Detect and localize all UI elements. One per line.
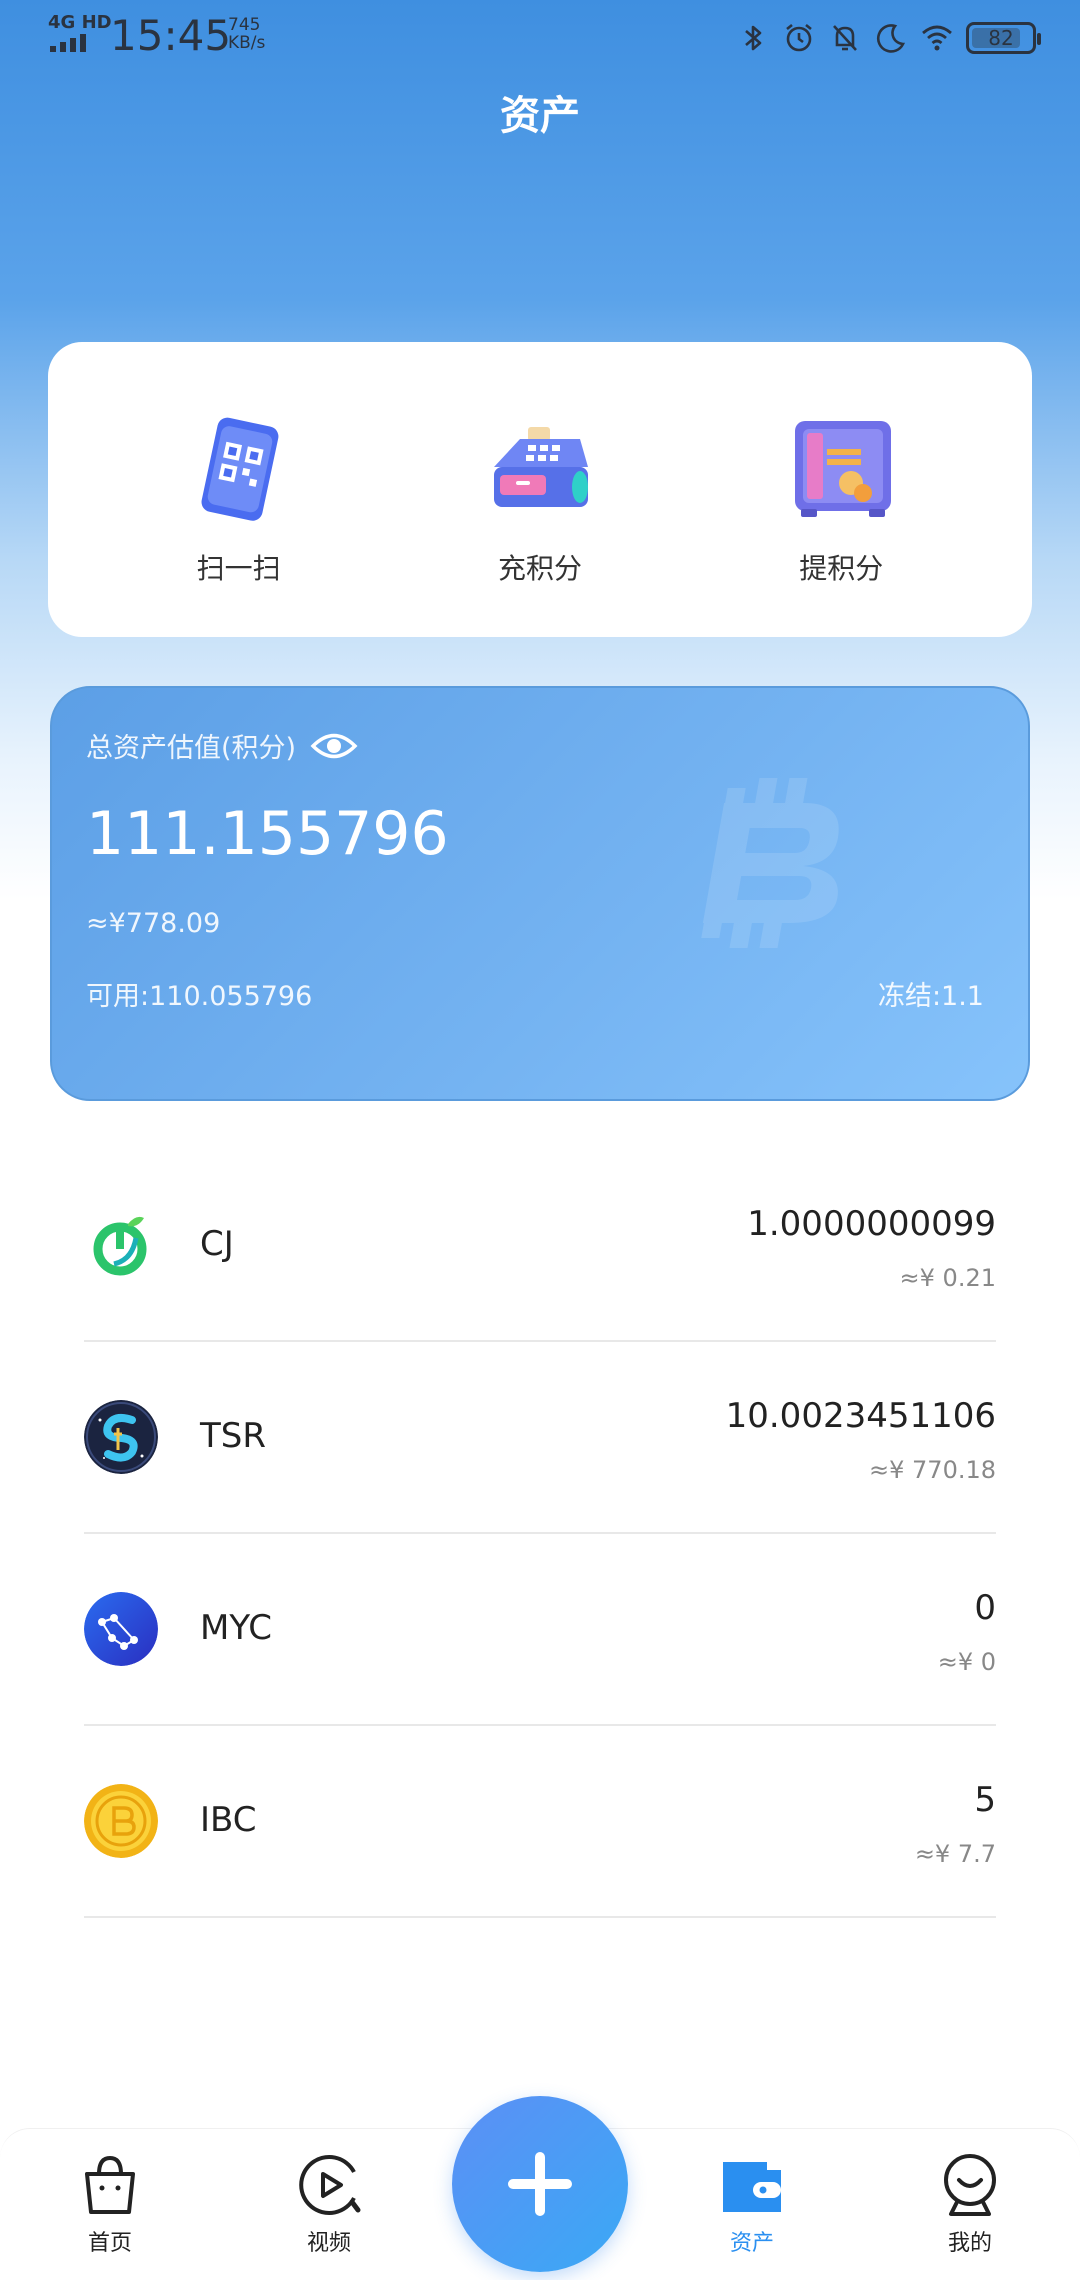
recharge-points-button[interactable]: 充积分	[420, 375, 660, 605]
status-icons: 82	[736, 18, 1041, 58]
safe-icon	[795, 420, 892, 517]
cj-coin-icon	[84, 1208, 158, 1282]
status-bar: 4G HD 15:45 745 KB/s 82	[0, 0, 1080, 72]
speed-unit: KB/s	[228, 33, 266, 53]
network-speed: 745 KB/s	[228, 16, 265, 52]
asset-symbol: CJ	[200, 1224, 234, 1264]
nav-item-profile[interactable]: 我的	[900, 2150, 1040, 2258]
nav-item-video[interactable]: 视频	[259, 2150, 399, 2258]
bluetooth-icon	[745, 25, 762, 51]
asset-cny-value: ≈¥ 7.7	[914, 1840, 996, 1868]
add-fab-button[interactable]	[452, 2096, 628, 2272]
asset-symbol: MYC	[200, 1608, 272, 1648]
balance-label: 总资产估值(积分)	[86, 733, 297, 764]
nav-label-profile: 我的	[947, 2231, 992, 2256]
eye-icon[interactable]	[310, 729, 358, 763]
asset-amount: 10.0023451106	[725, 1396, 996, 1436]
quick-actions-card: 扫一扫 充积分 提积分	[48, 342, 1032, 637]
nav-item-assets[interactable]: 资产	[682, 2150, 822, 2258]
balance-cny: ≈¥778.09	[86, 908, 221, 939]
asset-symbol: IBC	[200, 1800, 257, 1840]
assets-page: 4G HD 15:45 745 KB/s 82 资产 扫一扫 充积分 提积分 总…	[0, 0, 1080, 2280]
asset-row-myc[interactable]: MYC 0 ≈¥ 0	[84, 1534, 996, 1726]
asset-list: CJ 1.0000000099 ≈¥ 0.21 TSR 10.002345110…	[84, 1150, 996, 1918]
play-icon	[299, 2155, 361, 2215]
total-balance-card: 总资产估值(积分) 111.155796 ≈¥778.09 可用:110.055…	[50, 686, 1030, 1101]
asset-amount: 5	[974, 1780, 996, 1820]
recharge-points-label: 充积分	[497, 551, 582, 585]
balance-label-row: 总资产估值(积分)	[86, 726, 358, 765]
speed-value: 745	[228, 15, 261, 35]
available-balance: 可用:110.055796	[86, 981, 313, 1012]
battery-level: 82	[988, 26, 1014, 50]
withdraw-points-button[interactable]: 提积分	[721, 375, 961, 605]
nav-item-home[interactable]: 首页	[40, 2150, 180, 2258]
network-indicator: 4G HD	[48, 12, 112, 33]
asset-row-ibc[interactable]: IBC 5 ≈¥ 7.7	[84, 1726, 996, 1918]
scan-label: 扫一扫	[196, 551, 281, 585]
wifi-icon	[922, 25, 952, 51]
asset-row-cj[interactable]: CJ 1.0000000099 ≈¥ 0.21	[84, 1150, 996, 1342]
page-title: 资产	[500, 93, 580, 139]
clock: 15:45	[110, 11, 232, 60]
balance-amount: 111.155796	[86, 799, 449, 869]
nav-label-assets: 资产	[729, 2231, 774, 2256]
alarm-icon	[786, 23, 812, 52]
battery-icon: 82	[966, 22, 1041, 54]
asset-row-tsr[interactable]: TSR 10.0023451106 ≈¥ 770.18	[84, 1342, 996, 1534]
tsr-coin-icon	[84, 1400, 158, 1474]
profile-icon	[944, 2154, 996, 2216]
shopping-bag-icon	[85, 2155, 135, 2214]
mute-icon	[833, 25, 857, 51]
asset-amount: 1.0000000099	[747, 1204, 996, 1244]
wallet-icon	[723, 2162, 781, 2212]
frozen-balance: 冻结:1.1	[877, 981, 984, 1012]
asset-cny-value: ≈¥ 0	[937, 1648, 996, 1676]
withdraw-points-label: 提积分	[799, 551, 884, 585]
moon-icon	[876, 24, 906, 53]
qr-phone-icon	[201, 417, 279, 521]
scan-button[interactable]: 扫一扫	[119, 375, 359, 605]
bitcoin-watermark-icon	[701, 778, 839, 948]
nav-label-home: 首页	[87, 2231, 132, 2256]
nav-label-video: 视频	[306, 2231, 351, 2256]
cash-register-icon	[493, 426, 588, 507]
plus-icon	[508, 2152, 572, 2216]
asset-cny-value: ≈¥ 0.21	[899, 1264, 996, 1292]
asset-amount: 0	[974, 1588, 996, 1628]
myc-coin-icon	[84, 1592, 158, 1666]
asset-cny-value: ≈¥ 770.18	[869, 1456, 996, 1484]
signal-icon	[50, 34, 86, 52]
asset-symbol: TSR	[200, 1416, 266, 1456]
ibc-coin-icon	[84, 1784, 158, 1858]
